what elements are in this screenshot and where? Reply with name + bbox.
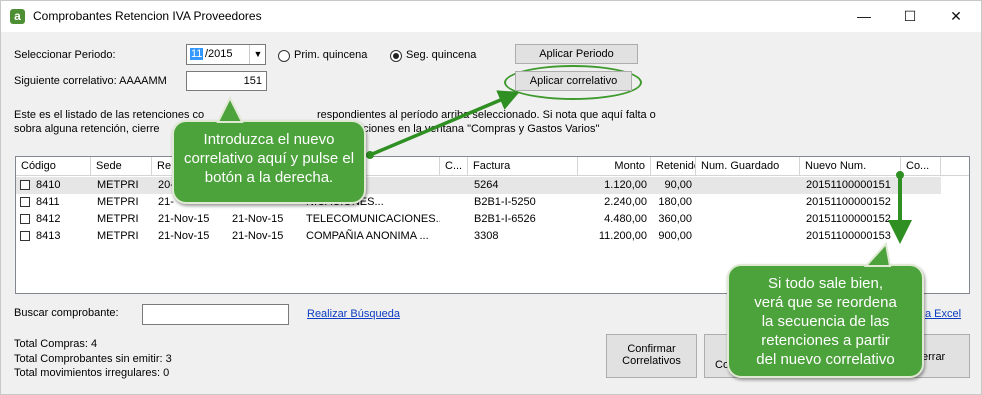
callout-right-line1: Si todo sale bien, (767, 275, 884, 292)
callout-left-line3: botón a la derecha. (204, 169, 334, 186)
callout-right-line5: del nuevo correlativo (756, 351, 895, 368)
callout-right-pointer (863, 242, 892, 267)
callout-left: Introduzca el nuevo correlativo aquí y p… (172, 120, 366, 204)
arrow-dot-left (366, 151, 374, 159)
callout-left-line1: Introduzca el nuevo (203, 131, 335, 148)
arrow-dot-right (896, 171, 904, 179)
arrow-to-apply-button (369, 90, 520, 157)
callout-right-line3: la secuencia de las (761, 313, 890, 330)
callout-right: Si todo sale bien, verá que se reordena … (727, 264, 924, 378)
callout-right-line4: retenciones a partir (761, 332, 890, 349)
callout-left-pointer (216, 96, 244, 123)
callout-right-line2: verá que se reordena (754, 294, 897, 311)
callout-left-line2: correlativo aquí y pulse el (183, 150, 355, 167)
